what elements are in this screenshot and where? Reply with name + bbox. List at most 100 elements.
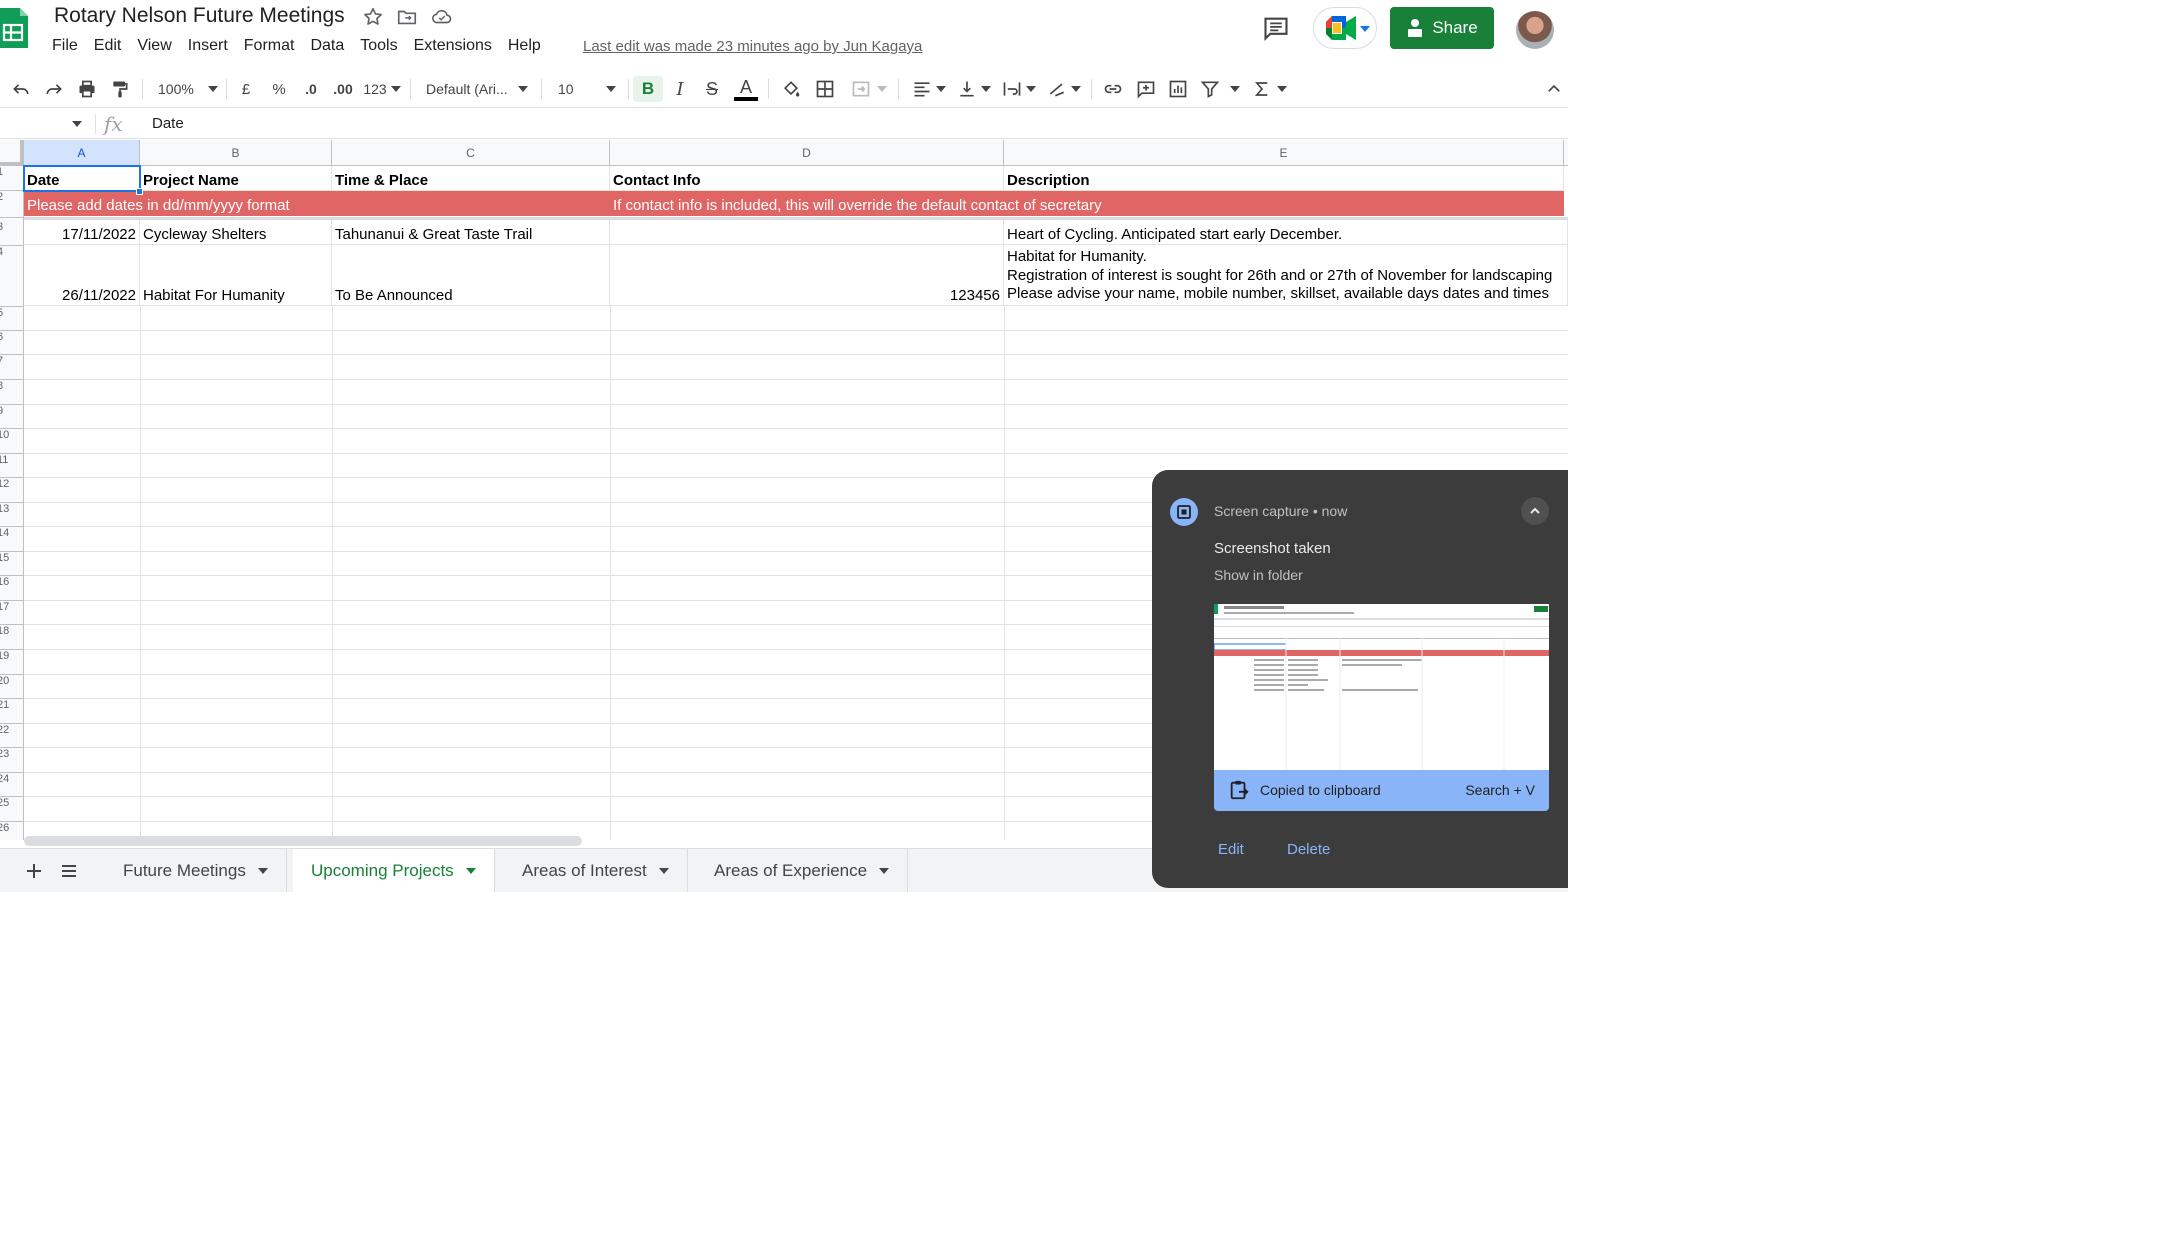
star-icon[interactable] (362, 6, 384, 28)
delete-button[interactable]: Delete (1287, 841, 1330, 858)
cell-header-description[interactable]: Description (1004, 166, 1564, 191)
borders-icon[interactable] (812, 76, 838, 102)
select-all-corner[interactable] (0, 140, 24, 166)
row-header[interactable]: 22 (0, 724, 23, 748)
row-header[interactable]: 1 (0, 166, 23, 191)
cell-description[interactable]: Heart of Cycling. Anticipated start earl… (1004, 220, 1568, 245)
cell-project[interactable]: Cycleway Shelters (140, 220, 332, 245)
bold-button[interactable]: B (633, 76, 663, 102)
row-header[interactable]: 15 (0, 552, 23, 576)
menu-data[interactable]: Data (310, 37, 344, 57)
text-rotation-icon[interactable] (1045, 76, 1083, 102)
fill-color-icon[interactable] (778, 76, 804, 102)
text-color-button[interactable]: A (733, 76, 759, 102)
insert-chart-icon[interactable] (1165, 76, 1191, 102)
insert-link-icon[interactable] (1100, 76, 1126, 102)
chevron-up-icon[interactable] (1521, 497, 1549, 525)
cell-contact[interactable] (610, 220, 1004, 245)
row-header[interactable]: 12 (0, 478, 23, 503)
name-box-dropdown-icon[interactable] (72, 121, 82, 127)
cell-contact[interactable]: 123456 (610, 245, 1004, 306)
sheets-logo-icon[interactable] (0, 8, 28, 48)
meet-button[interactable] (1313, 7, 1377, 49)
row-header[interactable]: 2 (0, 191, 23, 218)
menu-help[interactable]: Help (508, 37, 541, 57)
vertical-align-icon[interactable] (955, 76, 993, 102)
add-sheet-icon[interactable] (20, 857, 48, 885)
row-header[interactable]: 23 (0, 748, 23, 773)
row-header[interactable]: 13 (0, 503, 23, 527)
cell-place[interactable]: To Be Announced (332, 245, 610, 306)
cell-note-date-format[interactable]: Please add dates in dd/mm/yyyy format (24, 191, 610, 216)
row-header[interactable]: 4 (0, 246, 23, 307)
share-button[interactable]: Share (1390, 7, 1494, 49)
row-header[interactable]: 25 (0, 797, 23, 822)
cell-project[interactable]: Habitat For Humanity (140, 245, 332, 306)
redo-icon[interactable] (41, 76, 67, 102)
column-header-b[interactable]: B (140, 140, 332, 166)
cell-date[interactable]: 17/11/2022 (24, 220, 140, 245)
menu-format[interactable]: Format (244, 37, 295, 57)
row-header[interactable]: 26 (0, 822, 23, 840)
row-header[interactable]: 17 (0, 601, 23, 625)
edit-button[interactable]: Edit (1218, 841, 1244, 858)
column-header-d[interactable]: D (610, 140, 1004, 166)
column-header-a[interactable]: A (24, 140, 140, 166)
menu-edit[interactable]: Edit (94, 37, 122, 57)
menu-insert[interactable]: Insert (188, 37, 228, 57)
avatar[interactable] (1516, 11, 1554, 49)
row-header[interactable]: 9 (0, 405, 23, 429)
row-header[interactable]: 18 (0, 625, 23, 650)
row-header[interactable]: 10 (0, 429, 23, 454)
strikethrough-button[interactable]: S (700, 76, 724, 102)
document-title[interactable]: Rotary Nelson Future Meetings (54, 4, 345, 28)
cell-date[interactable]: 26/11/2022 (24, 245, 140, 306)
tab-upcoming-projects[interactable]: Upcoming Projects (293, 849, 495, 892)
formula-input[interactable]: Date (152, 115, 184, 132)
increase-decimal-button[interactable]: .00 (330, 76, 356, 102)
row-header[interactable]: 8 (0, 380, 23, 405)
format-percent-button[interactable]: % (269, 76, 289, 102)
collapse-toolbar-icon[interactable] (1542, 76, 1566, 102)
more-formats-select[interactable]: 123 (362, 76, 402, 102)
move-to-folder-icon[interactable] (396, 6, 418, 28)
row-header[interactable]: 20 (0, 675, 23, 699)
font-family-select[interactable]: Default (Ari... (420, 76, 534, 102)
row-header[interactable]: 3 (0, 221, 23, 246)
row-header[interactable]: 5 (0, 307, 23, 331)
paint-format-icon[interactable] (107, 76, 133, 102)
show-in-folder-link[interactable]: Show in folder (1214, 567, 1303, 583)
tab-areas-of-interest[interactable]: Areas of Interest (504, 849, 688, 892)
row-header[interactable]: 14 (0, 527, 23, 552)
cell-header-project[interactable]: Project Name (140, 166, 332, 191)
column-header-c[interactable]: C (332, 140, 610, 166)
row-header[interactable]: 16 (0, 576, 23, 601)
horizontal-scrollbar[interactable] (24, 836, 582, 846)
cell-header-place[interactable]: Time & Place (332, 166, 610, 191)
cell-note-contact[interactable]: If contact info is included, this will o… (610, 191, 1564, 216)
cell-description[interactable]: Habitat for Humanity. Registration of in… (1004, 245, 1568, 306)
fill-handle[interactable] (136, 188, 143, 195)
row-header[interactable]: 24 (0, 773, 23, 797)
merge-cells-icon[interactable] (846, 76, 890, 102)
cell-place[interactable]: Tahunanui & Great Taste Trail (332, 220, 610, 245)
undo-icon[interactable] (8, 76, 34, 102)
zoom-select[interactable]: 100% (150, 76, 220, 102)
all-sheets-icon[interactable] (55, 857, 83, 885)
column-header-e[interactable]: E (1004, 140, 1564, 166)
functions-icon[interactable] (1252, 76, 1288, 102)
screenshot-thumbnail[interactable] (1214, 604, 1549, 770)
italic-button[interactable]: I (668, 76, 692, 102)
last-edit-link[interactable]: Last edit was made 23 minutes ago by Jun… (583, 38, 922, 55)
menu-file[interactable]: File (52, 37, 78, 57)
row-header[interactable]: 19 (0, 650, 23, 675)
tab-areas-of-experience[interactable]: Areas of Experience (696, 849, 909, 892)
row-header[interactable]: 11 (0, 454, 23, 478)
comment-history-icon[interactable] (1262, 14, 1290, 42)
menu-extensions[interactable]: Extensions (414, 37, 492, 57)
horizontal-align-icon[interactable] (910, 76, 948, 102)
insert-comment-icon[interactable] (1133, 76, 1159, 102)
cell-header-contact[interactable]: Contact Info (610, 166, 1004, 191)
print-icon[interactable] (74, 76, 100, 102)
cell-header-date[interactable]: Date (24, 166, 140, 191)
